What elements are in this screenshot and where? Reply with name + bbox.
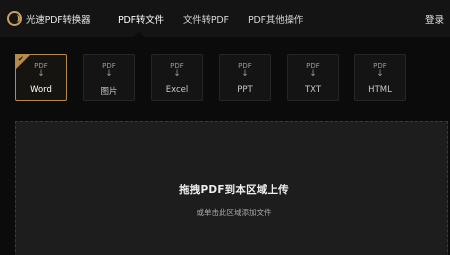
format-target-label: 图片	[100, 87, 118, 97]
app-logo: 光速PDF转换器	[7, 10, 91, 27]
arrow-down-icon: ↓	[105, 69, 113, 79]
format-target-label: Word	[30, 85, 52, 95]
format-card-word[interactable]: ✔ PDF ↓ Word	[15, 54, 67, 101]
arrow-down-icon: ↓	[376, 69, 384, 79]
format-card-image[interactable]: PDF ↓ 图片	[83, 54, 135, 101]
tab-pdf-to-file[interactable]: PDF转文件	[118, 12, 164, 26]
app-title: 光速PDF转换器	[26, 14, 91, 26]
dropzone-title: 拖拽PDF到本区域上传	[179, 184, 289, 196]
app-logo-icon	[7, 11, 22, 26]
format-target-label: HTML	[368, 85, 392, 95]
dropzone-subtitle: 或单击此区域添加文件	[196, 208, 272, 217]
format-card-ppt[interactable]: PDF ↓ PPT	[219, 54, 271, 101]
tab-file-to-pdf[interactable]: 文件转PDF	[183, 12, 229, 26]
format-target-label: PPT	[237, 85, 253, 95]
active-tab-indicator	[134, 32, 144, 37]
tab-pdf-other[interactable]: PDF其他操作	[248, 12, 303, 26]
login-button[interactable]: 登录	[425, 12, 444, 26]
upload-dropzone[interactable]: 拖拽PDF到本区域上传 或单击此区域添加文件	[15, 121, 448, 255]
format-card-html[interactable]: PDF ↓ HTML	[354, 54, 406, 101]
top-bar: 光速PDF转换器 PDF转文件 文件转PDF PDF其他操作 登录	[0, 0, 450, 37]
arrow-down-icon: ↓	[241, 69, 249, 79]
format-card-txt[interactable]: PDF ↓ TXT	[287, 54, 339, 101]
format-card-excel[interactable]: PDF ↓ Excel	[151, 54, 203, 101]
arrow-down-icon: ↓	[173, 69, 181, 79]
format-target-label: Excel	[165, 85, 189, 95]
arrow-down-icon: ↓	[37, 69, 45, 79]
arrow-down-icon: ↓	[309, 69, 317, 79]
format-target-label: TXT	[304, 85, 322, 95]
